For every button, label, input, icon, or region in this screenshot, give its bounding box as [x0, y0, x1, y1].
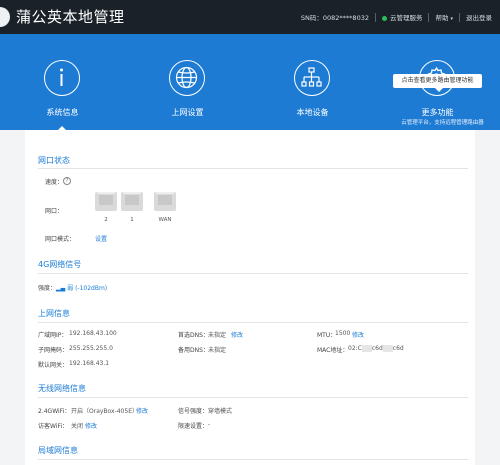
more-features-tooltip: 点击查看更多路由管理功能	[393, 74, 482, 92]
divider	[38, 322, 468, 323]
port-number: 1	[130, 217, 134, 223]
nav-label: 系统信息	[46, 108, 79, 117]
top-header: 蒲公英本地管理 SN码：0082****8032 云管理服务 帮助 ▾ 退出登录	[0, 0, 500, 34]
app-title: 蒲公英本地管理	[16, 8, 125, 26]
logout-link[interactable]: 退出登录	[466, 12, 492, 22]
network-tree-icon	[294, 60, 330, 96]
section-title-wireless: 无线网络信息	[38, 384, 86, 393]
divider	[38, 459, 468, 460]
mac-value: 02:C c6d c6d	[348, 345, 404, 352]
port-number: WAN	[158, 217, 172, 223]
help-icon[interactable]: ?	[63, 177, 71, 185]
status-dot-icon	[381, 15, 387, 21]
subnet-label: 子网掩码：	[38, 347, 69, 354]
chevron-down-icon: ▾	[450, 16, 453, 22]
content-panel: 网口状态 速度： ? 网口： 2 1 WAN 网口模式： 设置 4G网络信号 强…	[25, 130, 475, 465]
divider	[38, 273, 468, 274]
port-mode-settings-link[interactable]: 设置	[95, 234, 107, 243]
section-title-port-status: 网口状态	[38, 156, 70, 165]
guest-wifi-label: 访客WiFi：	[38, 423, 69, 430]
wifi-signal-label: 信号强度：	[178, 408, 209, 415]
ethernet-port-icon	[121, 192, 143, 211]
dns1-edit-link[interactable]: 修改	[231, 330, 243, 339]
wifi-signal-value: 穿墙模式	[208, 408, 233, 415]
help-menu[interactable]: 帮助 ▾	[435, 12, 453, 22]
cloud-service-link[interactable]: 云管理服务	[381, 12, 422, 22]
speed-label: 速度：	[45, 179, 64, 186]
divider	[38, 397, 468, 398]
section-title-4g-signal: 4G网络信号	[38, 260, 82, 269]
nav-item-system-info[interactable]: 系统信息	[0, 34, 125, 130]
signal-bars-icon: ▂▄	[56, 285, 68, 292]
mtu-value: 1500	[335, 330, 351, 337]
more-features-subtitle: 云管理平台，支持远程管理路由器	[401, 120, 484, 126]
mtu-label: MTU：	[317, 332, 337, 339]
port-label: 网口：	[45, 208, 64, 215]
mac-label: MAC地址：	[317, 347, 349, 354]
signal-strength-value: ▂▄ 弱 (-102dBm)	[56, 285, 108, 292]
speed-limit-label: 限速设置：	[178, 423, 209, 430]
wifi24-value: 开启（OrayBox-405E）	[71, 408, 138, 415]
sn-code: SN码：0082****8032	[300, 14, 369, 22]
nav-label: 本地设备	[296, 108, 329, 117]
redacted-block	[361, 345, 372, 352]
header-actions: SN码：0082****8032 云管理服务 帮助 ▾ 退出登录	[301, 12, 492, 22]
wifi24-label: 2.4GWiFi：	[38, 408, 71, 415]
ethernet-port-icon	[154, 192, 176, 211]
ethernet-port-icon	[95, 192, 117, 211]
dns1-label: 首选DNS：	[178, 332, 209, 339]
dns2-value: 未指定	[208, 347, 227, 354]
divider	[459, 12, 460, 22]
gateway-label: 默认网关：	[38, 362, 69, 369]
divider	[38, 168, 468, 169]
port-mode-label: 网口模式：	[45, 236, 76, 243]
wan-ip-label: 广域网IP：	[38, 332, 68, 339]
divider	[374, 12, 376, 22]
main-nav: 系统信息 上网设置 本地设备 更多功能 点击查看更多路由管理功能	[0, 34, 500, 130]
port-number: 2	[104, 217, 108, 223]
guest-wifi-value: 关闭	[71, 423, 84, 430]
dns2-label: 备用DNS：	[178, 347, 209, 354]
divider	[428, 12, 430, 22]
gateway-value: 192.168.43.1	[69, 360, 110, 367]
dns1-value: 未指定	[208, 332, 227, 339]
nav-label: 上网设置	[171, 108, 204, 117]
nav-item-internet[interactable]: 上网设置	[125, 34, 250, 130]
info-icon	[44, 60, 80, 96]
globe-icon	[169, 60, 205, 96]
wan-ip-value: 192.168.43.100	[69, 330, 117, 337]
guest-wifi-edit-link[interactable]: 修改	[85, 421, 97, 430]
mtu-edit-link[interactable]: 修改	[352, 330, 364, 339]
logo-icon	[0, 7, 10, 27]
redacted-block	[382, 345, 393, 352]
speed-limit-value: -	[208, 421, 211, 428]
nav-item-local-devices[interactable]: 本地设备	[250, 34, 375, 130]
nav-label: 更多功能	[421, 108, 454, 117]
wifi24-edit-link[interactable]: 修改	[136, 406, 148, 415]
section-title-lan: 局域网信息	[38, 446, 78, 455]
section-title-internet: 上网信息	[38, 309, 70, 318]
subnet-value: 255.255.255.0	[69, 345, 113, 352]
strength-label: 强度：	[38, 285, 57, 292]
